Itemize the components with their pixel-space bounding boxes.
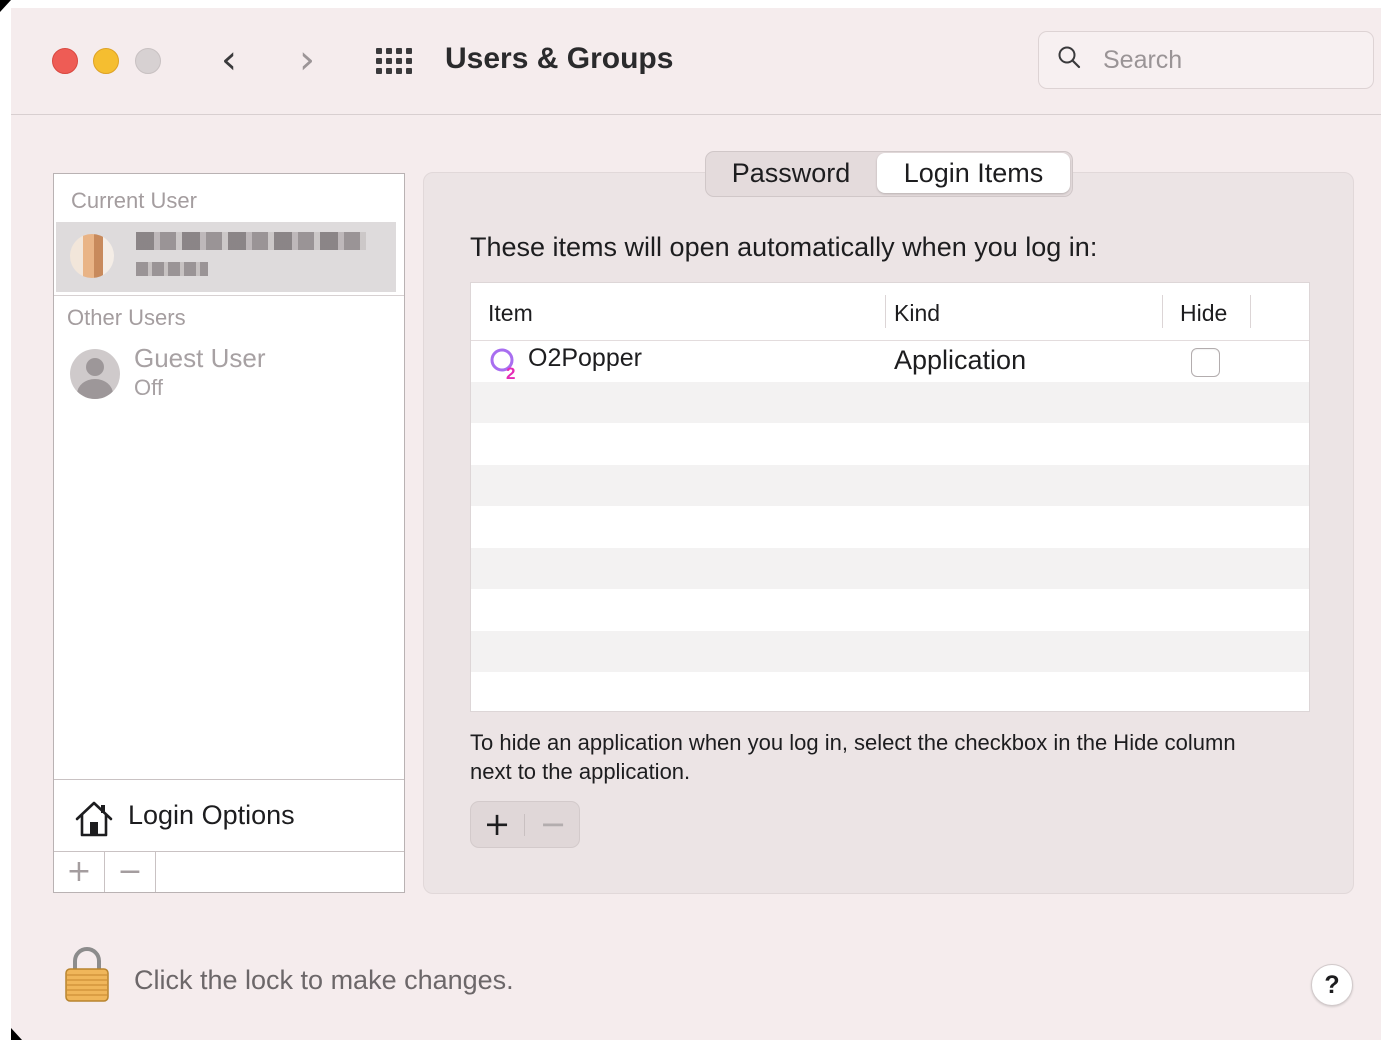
show-all-grid-icon[interactable]: [376, 48, 416, 76]
tab-password[interactable]: Password: [706, 152, 876, 196]
remove-login-item-button[interactable]: −: [527, 802, 579, 847]
sidebar-footer: + −: [54, 851, 404, 892]
empty-row: [471, 631, 1309, 672]
guest-user-status: Off: [134, 375, 163, 400]
remove-user-button[interactable]: −: [105, 852, 156, 892]
login-items-table: Item Kind Hide 2 O2Popper Application: [470, 282, 1310, 712]
search-field[interactable]: [1038, 31, 1374, 89]
column-divider: [1162, 295, 1163, 328]
login-options-item[interactable]: Login Options: [54, 779, 404, 852]
zoom-button[interactable]: [135, 48, 161, 74]
empty-row: [471, 672, 1309, 711]
users-sidebar: Current User Other Users Guest User Off …: [53, 173, 405, 893]
o2popper-app-icon: 2: [490, 348, 515, 380]
table-header: Item Kind Hide: [471, 283, 1309, 341]
system-preferences-window: ‹ › Users & Groups Current User Other Us…: [11, 8, 1381, 1040]
svg-text:2: 2: [506, 364, 515, 380]
close-button[interactable]: [52, 48, 78, 74]
login-items-add-remove: + −: [470, 801, 580, 848]
empty-row: [471, 465, 1309, 506]
window-corner: [11, 1028, 22, 1040]
window-corner: [0, 0, 11, 12]
avatar: [70, 234, 114, 278]
house-icon: [75, 801, 113, 837]
lock-status-text: Click the lock to make changes.: [134, 965, 514, 995]
other-users-header: Other Users: [67, 305, 186, 330]
column-header-hide[interactable]: Hide: [1180, 300, 1227, 327]
login-options-label: Login Options: [128, 800, 295, 830]
divider: [54, 295, 404, 296]
add-user-button[interactable]: +: [54, 852, 105, 892]
search-input[interactable]: [1101, 40, 1365, 80]
minimize-button[interactable]: [93, 48, 119, 74]
column-header-item[interactable]: Item: [488, 300, 533, 327]
empty-row: [471, 382, 1309, 423]
help-button[interactable]: ?: [1311, 964, 1353, 1006]
hide-hint-text: To hide an application when you log in, …: [470, 730, 1236, 784]
empty-row: [471, 589, 1309, 630]
lock-icon[interactable]: [63, 945, 111, 1003]
window-title: Users & Groups: [445, 42, 674, 75]
tab-login-items[interactable]: Login Items: [877, 153, 1070, 193]
login-items-intro: These items will open automatically when…: [470, 232, 1098, 262]
current-user-row[interactable]: [56, 222, 396, 292]
hide-checkbox[interactable]: [1191, 348, 1220, 377]
divider: [524, 814, 525, 836]
current-user-header: Current User: [71, 188, 197, 213]
add-login-item-button[interactable]: +: [471, 802, 523, 847]
column-header-kind[interactable]: Kind: [894, 300, 940, 327]
empty-row: [471, 423, 1309, 464]
empty-row: [471, 548, 1309, 589]
back-button[interactable]: ‹: [221, 40, 237, 80]
redacted-user-role: [136, 262, 208, 276]
cell-kind: Application: [894, 345, 1027, 375]
guest-user-row[interactable]: Guest User Off: [70, 343, 390, 409]
table-row[interactable]: 2 O2Popper Application: [471, 341, 1309, 382]
redacted-user-name: [136, 232, 366, 250]
column-divider: [885, 295, 886, 328]
forward-button[interactable]: ›: [299, 40, 315, 80]
toolbar: ‹ › Users & Groups: [11, 8, 1381, 115]
guest-avatar-icon: [70, 349, 120, 399]
guest-user-name: Guest User: [134, 343, 266, 373]
empty-row: [471, 506, 1309, 547]
tab-control: Password Login Items: [705, 151, 1073, 197]
search-icon: [1058, 46, 1081, 69]
cell-item-name: O2Popper: [528, 344, 642, 372]
column-divider: [1250, 295, 1251, 328]
